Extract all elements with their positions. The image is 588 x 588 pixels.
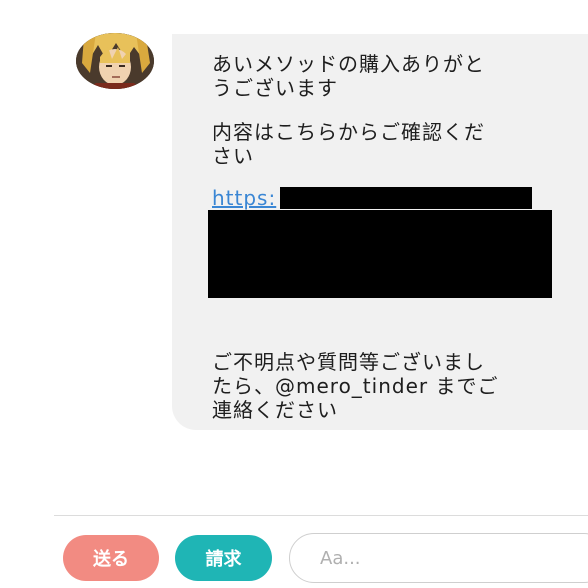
message-text-line: 連絡ください: [212, 398, 338, 422]
request-button[interactable]: 請求: [175, 535, 272, 581]
chat-screen: あいメソッドの購入ありがと うございます 内容はこちらからご確認くだ さい ht…: [0, 0, 588, 588]
sender-avatar[interactable]: [76, 33, 154, 89]
message-text-line: うございます: [212, 76, 338, 100]
message-text-line: 内容はこちらからご確認くだ: [212, 120, 485, 144]
message-bubble: あいメソッドの購入ありがと うございます 内容はこちらからご確認くだ さい ht…: [172, 34, 588, 430]
purchase-link[interactable]: https:: [212, 186, 276, 210]
message-text-line: たら、@mero_tinder までご: [212, 374, 499, 398]
send-button[interactable]: 送る: [63, 535, 159, 581]
message-input[interactable]: [289, 533, 588, 583]
avatar-image: [76, 33, 154, 89]
message-text-line: さい: [212, 144, 254, 168]
redaction-block: [208, 210, 552, 298]
composer-divider: [54, 515, 588, 516]
redaction-bar: [280, 187, 532, 209]
message-text-line: あいメソッドの購入ありがと: [212, 52, 485, 76]
message-text-line: ご不明点や質問等ございまし: [212, 350, 485, 374]
